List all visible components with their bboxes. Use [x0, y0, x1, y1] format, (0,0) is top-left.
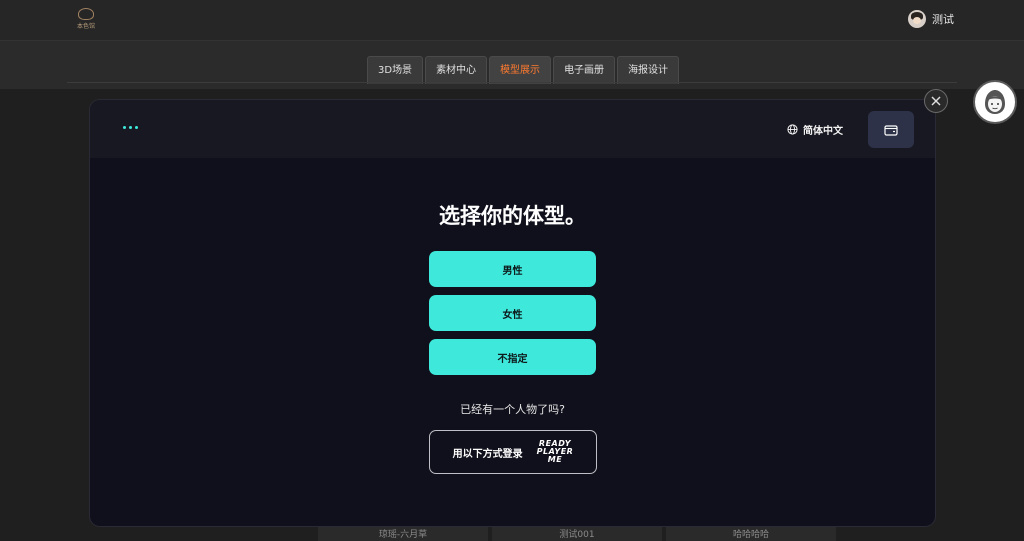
main-tabs: 3D场景 素材中心 模型展示 电子画册 海报设计: [367, 56, 680, 84]
close-modal-button[interactable]: [924, 89, 948, 113]
login-with-readyplayerme-button[interactable]: 用以下方式登录 READY PLAYER ME: [429, 430, 597, 474]
user-name: 测试: [932, 13, 954, 26]
body-type-female-button[interactable]: 女性: [429, 295, 596, 331]
user-menu[interactable]: 测试: [908, 10, 954, 28]
logo-text: 本色馆: [76, 23, 95, 30]
logo-mark-icon: [78, 8, 94, 20]
language-selector[interactable]: 简体中文: [787, 122, 843, 137]
avatar-creator-modal: 简体中文 选择你的体型。 男性 女性 不指定 已经有一个人物了吗? 用以下方式登…: [90, 100, 935, 526]
background-card-labels: 琼瑶-六月草 测试001 哈哈哈哈: [318, 527, 836, 541]
card-title[interactable]: 琼瑶-六月草: [318, 527, 488, 541]
user-avatar: [908, 10, 926, 28]
tab-divider: [67, 82, 957, 83]
tab-poster-design[interactable]: 海报设计: [617, 56, 680, 84]
tab-material-center[interactable]: 素材中心: [425, 56, 488, 84]
top-bar: 本色馆 测试: [0, 0, 1024, 41]
language-label: 简体中文: [803, 126, 843, 137]
globe-icon: [787, 124, 798, 135]
assistant-avatar-button[interactable]: [973, 80, 1017, 124]
existing-avatar-question: 已经有一个人物了吗?: [460, 403, 565, 416]
tab-e-album[interactable]: 电子画册: [553, 56, 616, 84]
body-type-male-button[interactable]: 男性: [429, 251, 596, 287]
modal-header: 简体中文: [90, 100, 935, 158]
login-label: 用以下方式登录: [452, 448, 523, 460]
body-type-unspecified-button[interactable]: 不指定: [429, 339, 596, 375]
card-title[interactable]: 哈哈哈哈: [666, 527, 836, 541]
close-icon: [931, 96, 941, 106]
tab-3d-scene[interactable]: 3D场景: [367, 56, 424, 84]
menu-dots-icon[interactable]: [123, 126, 138, 129]
logo[interactable]: 本色馆: [73, 6, 99, 32]
modal-heading: 选择你的体型。: [439, 204, 586, 228]
wallet-button[interactable]: [868, 111, 914, 148]
wallet-icon: [884, 124, 898, 136]
assistant-avatar-icon: [985, 90, 1005, 114]
tab-model-display[interactable]: 模型展示: [489, 56, 552, 84]
card-title[interactable]: 测试001: [492, 527, 662, 541]
readyplayerme-logo: READY PLAYER ME: [536, 439, 574, 464]
